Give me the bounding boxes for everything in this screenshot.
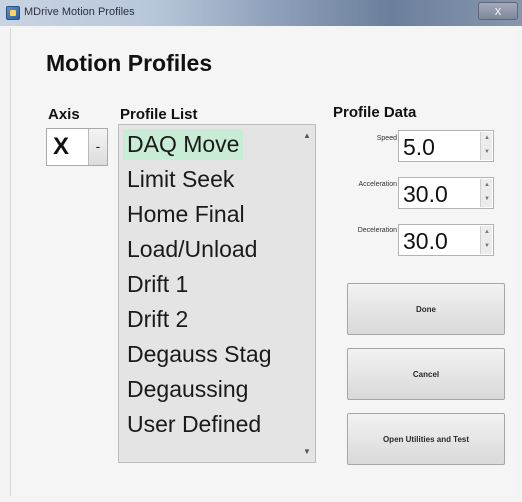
profile-list-label: Profile List <box>120 106 198 123</box>
acceleration-value: 30.0 <box>403 181 448 207</box>
speed-up-icon[interactable]: ▲ <box>484 135 490 141</box>
acceleration-stepper[interactable]: 30.0 ▲ ▼ <box>398 177 494 209</box>
close-button[interactable]: x <box>478 2 518 20</box>
profile-list-scrollbar[interactable]: ▲ ▼ <box>299 125 315 462</box>
app-icon <box>6 6 20 20</box>
axis-selected-value: X <box>53 133 70 160</box>
deceleration-down-icon[interactable]: ▼ <box>484 243 490 249</box>
deceleration-spin-buttons[interactable]: ▲ ▼ <box>480 226 492 254</box>
deceleration-value: 30.0 <box>403 228 448 254</box>
scroll-up-icon[interactable]: ▲ <box>303 131 311 140</box>
done-button[interactable]: Done <box>347 283 505 335</box>
speed-label: Speed <box>376 135 397 142</box>
profile-item-drift-2[interactable]: Drift 2 <box>123 304 192 335</box>
deceleration-label: Deceleration <box>357 227 397 234</box>
cancel-button[interactable]: Cancel <box>347 348 505 400</box>
open-utilities-and-test-button[interactable]: Open Utilities and Test <box>347 413 505 465</box>
title-bar[interactable]: MDrive Motion Profiles x <box>0 0 522 26</box>
speed-down-icon[interactable]: ▼ <box>484 149 490 155</box>
deceleration-up-icon[interactable]: ▲ <box>484 229 490 235</box>
speed-spin-buttons[interactable]: ▲ ▼ <box>480 132 492 160</box>
profile-item-degauss-stage[interactable]: Degauss Stag <box>123 339 275 370</box>
acceleration-up-icon[interactable]: ▲ <box>484 182 490 188</box>
acceleration-spin-buttons[interactable]: ▲ ▼ <box>480 179 492 207</box>
window-title: MDrive Motion Profiles <box>24 6 135 18</box>
profile-listbox[interactable]: DAQ Move Limit Seek Home Final Load/Unlo… <box>118 124 316 463</box>
axis-dropdown-button[interactable]: - <box>88 129 107 165</box>
profile-item-daq-move[interactable]: DAQ Move <box>123 129 244 160</box>
axis-dropdown[interactable]: X - <box>46 128 108 166</box>
profile-item-limit-seek[interactable]: Limit Seek <box>123 164 238 195</box>
speed-value: 5.0 <box>403 134 435 160</box>
profile-item-degaussing[interactable]: Degaussing <box>123 374 252 405</box>
profile-data-label: Profile Data <box>333 104 417 121</box>
acceleration-down-icon[interactable]: ▼ <box>484 196 490 202</box>
deceleration-stepper[interactable]: 30.0 ▲ ▼ <box>398 224 494 256</box>
page-title: Motion Profiles <box>46 50 213 76</box>
scroll-down-icon[interactable]: ▼ <box>303 447 311 456</box>
axis-label: Axis <box>48 106 80 123</box>
motion-profiles-window: MDrive Motion Profiles x Motion Profiles… <box>0 0 522 502</box>
profile-item-load-unload[interactable]: Load/Unload <box>123 234 261 265</box>
profile-item-user-defined[interactable]: User Defined <box>123 409 265 440</box>
profile-item-drift-1[interactable]: Drift 1 <box>123 269 192 300</box>
profile-item-home-final[interactable]: Home Final <box>123 199 249 230</box>
acceleration-label: Acceleration <box>358 181 397 188</box>
speed-stepper[interactable]: 5.0 ▲ ▼ <box>398 130 494 162</box>
